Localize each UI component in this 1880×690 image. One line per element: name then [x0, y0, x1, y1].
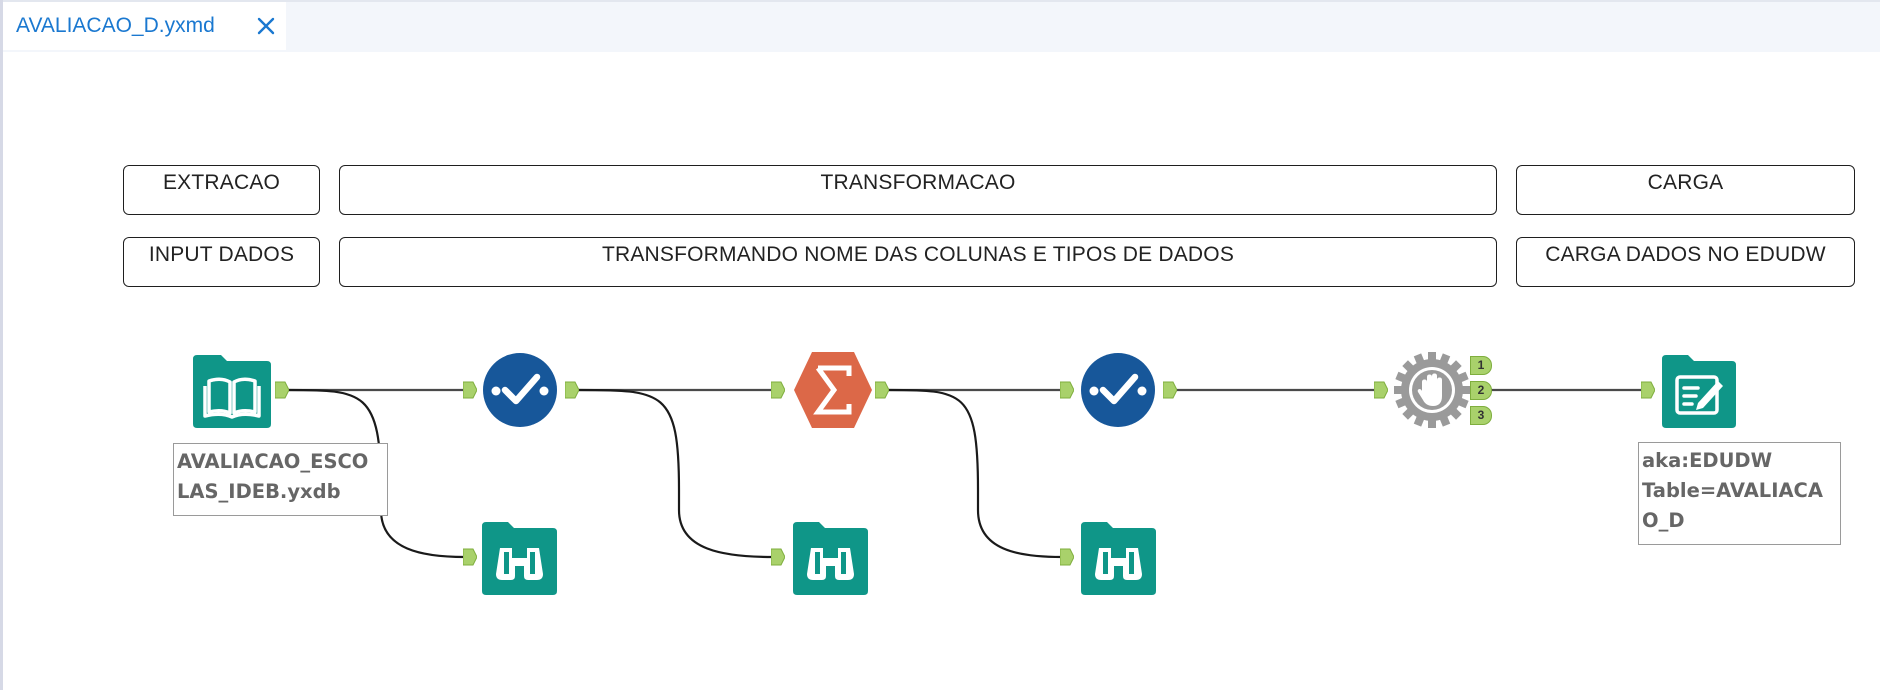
annotation-line: Table=AVALIACA: [1642, 479, 1823, 502]
book-icon: [193, 355, 271, 428]
workflow-canvas[interactable]: EXTRACAO TRANSFORMACAO CARGA INPUT DADOS…: [3, 50, 1880, 690]
annotation-line: LAS_IDEB.yxdb: [177, 480, 341, 503]
output-anchor-1[interactable]: 1: [1470, 356, 1492, 375]
input-anchor[interactable]: [771, 548, 785, 566]
output-anchor-2[interactable]: 2: [1470, 381, 1492, 400]
input-data-tool[interactable]: [193, 355, 271, 433]
document-tab-bar: AVALIACAO_D.yxmd: [3, 0, 1880, 52]
sigma-icon: [794, 352, 872, 428]
input-anchor[interactable]: [1374, 381, 1388, 399]
input-anchor[interactable]: [1641, 381, 1655, 399]
output-anchor[interactable]: [275, 381, 289, 399]
close-icon[interactable]: [255, 15, 277, 37]
annotation-line: O_D: [1642, 509, 1685, 532]
output-anchor-3[interactable]: 3: [1470, 406, 1492, 425]
tab-title: AVALIACAO_D.yxmd: [16, 14, 215, 37]
select-tool-1[interactable]: [483, 353, 557, 432]
browse-tool-2[interactable]: [793, 522, 868, 600]
hand-stop-icon: [1394, 352, 1470, 428]
wire-summarize-to-browse3: [887, 388, 1063, 559]
annotation-line: AVALIACAO_ESCO: [177, 450, 369, 473]
input-anchor[interactable]: [771, 381, 785, 399]
binoculars-icon: [1081, 522, 1156, 595]
output-number: 1: [1477, 358, 1485, 372]
output-data-tool[interactable]: [1662, 355, 1736, 433]
input-anchor[interactable]: [1060, 381, 1074, 399]
select-checkmark-icon: [1081, 353, 1155, 427]
output-edit-icon: [1662, 355, 1736, 428]
output-number: 3: [1477, 408, 1485, 422]
output-anchor[interactable]: [1163, 381, 1177, 399]
output-anchor[interactable]: [875, 381, 889, 399]
connection-wires: [287, 388, 1643, 559]
tab-avaliacao-d[interactable]: AVALIACAO_D.yxmd: [3, 2, 286, 50]
select-tool-2[interactable]: [1081, 353, 1155, 432]
block-until-done-tool[interactable]: [1394, 352, 1470, 433]
output-anchor[interactable]: [565, 381, 579, 399]
output-number: 2: [1477, 383, 1485, 397]
binoculars-icon: [482, 522, 557, 595]
summarize-tool[interactable]: [794, 352, 872, 433]
input-anchor[interactable]: [463, 381, 477, 399]
wire-select1-to-browse2: [577, 388, 774, 559]
select-checkmark-icon: [483, 353, 557, 427]
input-tool-annotation: AVALIACAO_ESCO LAS_IDEB.yxdb: [173, 443, 388, 516]
browse-tool-1[interactable]: [482, 522, 557, 600]
annotation-line: aka:EDUDW: [1642, 449, 1773, 472]
output-tool-annotation: aka:EDUDW Table=AVALIACA O_D: [1638, 442, 1841, 545]
binoculars-icon: [793, 522, 868, 595]
input-anchor[interactable]: [463, 548, 477, 566]
browse-tool-3[interactable]: [1081, 522, 1156, 600]
input-anchor[interactable]: [1060, 548, 1074, 566]
